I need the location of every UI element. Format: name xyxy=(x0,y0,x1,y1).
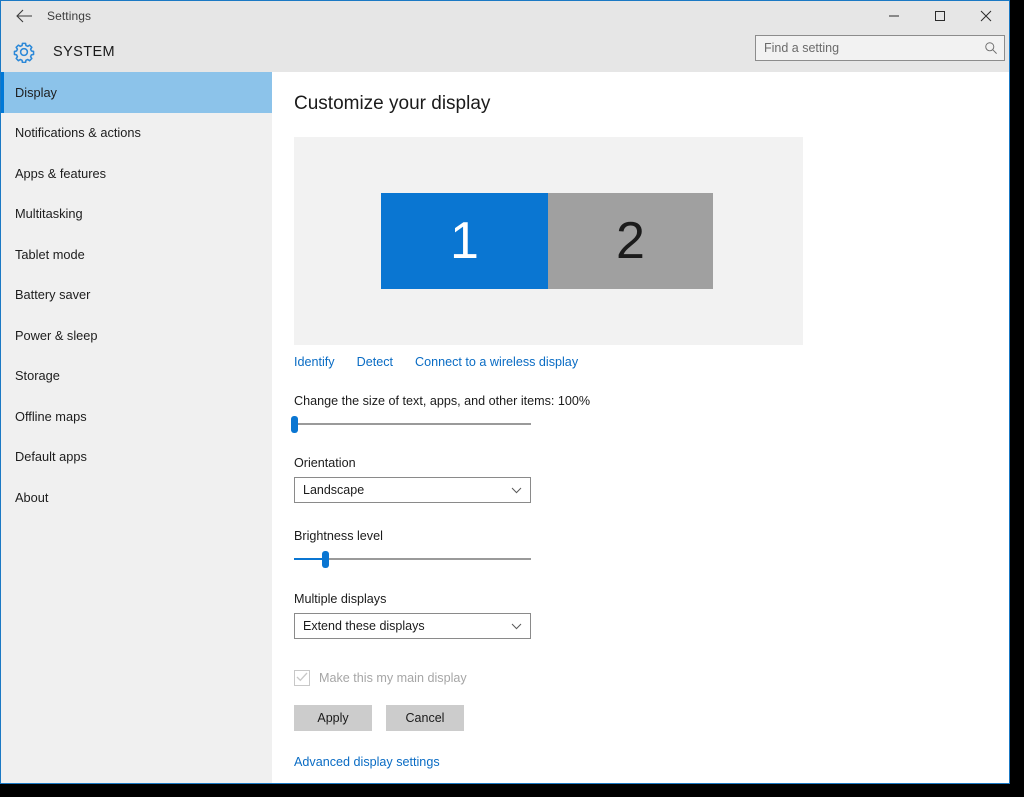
search-input[interactable] xyxy=(756,41,978,55)
checkmark-icon xyxy=(296,669,308,687)
orientation-label: Orientation xyxy=(294,456,1009,470)
sidebar-item-label: Apps & features xyxy=(15,166,106,181)
detect-link[interactable]: Detect xyxy=(357,355,393,369)
sidebar-item-label: Battery saver xyxy=(15,287,90,302)
close-icon xyxy=(980,10,992,22)
main-display-checkbox xyxy=(294,670,310,686)
page-section-title: SYSTEM xyxy=(53,44,115,60)
brightness-slider[interactable] xyxy=(294,549,531,569)
search-icon[interactable] xyxy=(978,41,1004,55)
identify-link[interactable]: Identify xyxy=(294,355,335,369)
main-display-checkbox-row[interactable]: Make this my main display xyxy=(294,670,1009,686)
sidebar-item-power-and-sleep[interactable]: Power & sleep xyxy=(1,315,272,356)
brightness-slider-fill xyxy=(294,558,325,560)
scale-slider-label: Change the size of text, apps, and other… xyxy=(294,394,1009,408)
orientation-value: Landscape xyxy=(303,483,364,497)
sidebar-item-label: Offline maps xyxy=(15,409,87,424)
maximize-icon xyxy=(934,10,946,22)
display-action-links: Identify Detect Connect to a wireless di… xyxy=(294,355,1009,369)
app-header: SYSTEM xyxy=(1,31,1009,72)
back-arrow-icon xyxy=(16,9,33,23)
back-button[interactable] xyxy=(1,1,47,31)
window-body: Display Notifications & actions Apps & f… xyxy=(1,72,1009,783)
minimize-button[interactable] xyxy=(871,1,917,31)
brightness-slider-track[interactable] xyxy=(294,558,531,560)
sidebar-item-label: Power & sleep xyxy=(15,328,98,343)
action-buttons: Apply Cancel xyxy=(294,705,1009,731)
sidebar-item-label: Storage xyxy=(15,368,60,383)
scale-slider-track[interactable] xyxy=(294,423,531,425)
sidebar-item-apps-and-features[interactable]: Apps & features xyxy=(1,153,272,194)
chevron-down-icon xyxy=(511,483,522,497)
brightness-label: Brightness level xyxy=(294,529,1009,543)
sidebar-item-label: Notifications & actions xyxy=(15,125,141,140)
monitor-preview-2[interactable]: 2 xyxy=(548,193,713,289)
scale-slider-thumb[interactable] xyxy=(291,416,298,433)
sidebar-item-offline-maps[interactable]: Offline maps xyxy=(1,396,272,437)
multiple-displays-value: Extend these displays xyxy=(303,619,425,633)
orientation-dropdown[interactable]: Landscape xyxy=(294,477,531,503)
sidebar-item-display[interactable]: Display xyxy=(1,72,272,113)
sidebar: Display Notifications & actions Apps & f… xyxy=(1,72,272,783)
sidebar-item-default-apps[interactable]: Default apps xyxy=(1,437,272,478)
cancel-button[interactable]: Cancel xyxy=(386,705,464,731)
apply-button[interactable]: Apply xyxy=(294,705,372,731)
maximize-button[interactable] xyxy=(917,1,963,31)
settings-window: Settings xyxy=(0,0,1010,784)
multiple-displays-label: Multiple displays xyxy=(294,592,1009,606)
main-content: Customize your display 1 2 Identify Dete… xyxy=(272,72,1009,783)
monitor-preview-1[interactable]: 1 xyxy=(381,193,548,289)
sidebar-item-label: Default apps xyxy=(15,449,87,464)
sidebar-item-label: Multitasking xyxy=(15,206,83,221)
window-controls xyxy=(871,1,1009,31)
sidebar-item-label: About xyxy=(15,490,48,505)
connect-wireless-display-link[interactable]: Connect to a wireless display xyxy=(415,355,578,369)
scale-slider[interactable] xyxy=(294,414,531,434)
sidebar-item-multitasking[interactable]: Multitasking xyxy=(1,194,272,235)
search-box[interactable] xyxy=(755,35,1005,61)
sidebar-item-tablet-mode[interactable]: Tablet mode xyxy=(1,234,272,275)
sidebar-item-label: Display xyxy=(15,85,57,100)
page-title: Customize your display xyxy=(294,93,1009,115)
monitor-number: 1 xyxy=(450,211,479,271)
chevron-down-icon xyxy=(511,619,522,633)
advanced-display-settings-link[interactable]: Advanced display settings xyxy=(294,755,440,769)
close-button[interactable] xyxy=(963,1,1009,31)
sidebar-item-about[interactable]: About xyxy=(1,477,272,518)
sidebar-item-battery-saver[interactable]: Battery saver xyxy=(1,275,272,316)
main-display-checkbox-label: Make this my main display xyxy=(319,671,467,685)
monitor-number: 2 xyxy=(616,211,645,271)
display-arrangement-preview[interactable]: 1 2 xyxy=(294,137,803,345)
minimize-icon xyxy=(888,10,900,22)
window-title: Settings xyxy=(47,9,91,23)
title-bar: Settings xyxy=(1,1,1009,31)
sidebar-item-label: Tablet mode xyxy=(15,247,85,262)
brightness-slider-thumb[interactable] xyxy=(322,551,329,568)
sidebar-item-notifications-and-actions[interactable]: Notifications & actions xyxy=(1,113,272,154)
sidebar-item-storage[interactable]: Storage xyxy=(1,356,272,397)
multiple-displays-dropdown[interactable]: Extend these displays xyxy=(294,613,531,639)
gear-icon xyxy=(1,41,47,63)
